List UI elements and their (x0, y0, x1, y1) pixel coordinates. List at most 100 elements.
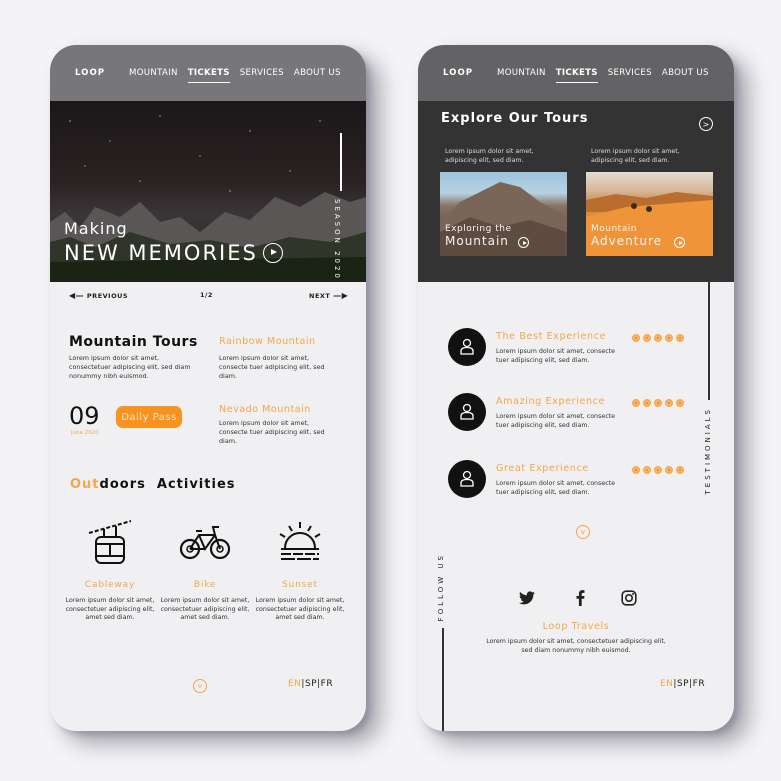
footer-desc: Lorem ipsum dolor sit amet, consectetuer… (418, 637, 734, 655)
nav-item-about-us[interactable]: ABOUT US (662, 68, 709, 78)
star-icon (643, 466, 651, 474)
lang-sp[interactable]: SP (305, 679, 317, 689)
hero-banner: Making NEW MEMORIES SEASON 2020 (50, 101, 366, 282)
nav-item-mountain[interactable]: MOUNTAIN (129, 68, 178, 78)
hero-subtitle: Making (64, 219, 128, 238)
section-title-mountain-tours: Mountain Tours (69, 334, 198, 350)
activity-desc: Lorem ipsum dolor sit amet, consectetuer… (65, 597, 155, 621)
nevado-mountain-title[interactable]: Nevado Mountain (219, 404, 311, 415)
play-circle-icon[interactable] (518, 237, 529, 248)
lang-fr[interactable]: FR (321, 679, 333, 689)
user-icon (460, 470, 474, 487)
arrow-left-icon: ◀— (69, 291, 85, 300)
chevron-down-icon[interactable]: v (576, 525, 590, 539)
daily-pass-button[interactable]: Daily Pass (116, 406, 182, 428)
avatar (448, 393, 486, 431)
star-icon (643, 334, 651, 342)
date-day: 09 (69, 402, 100, 430)
tour-card-subtitle: Exploring the (445, 224, 512, 234)
nav-item-services[interactable]: SERVICES (240, 68, 284, 78)
star-icon (654, 399, 662, 407)
review-desc-line: tuer adipiscing elit, sed diam. (496, 422, 590, 429)
review-desc: Lorem ipsum dolor sit amet, consecte tue… (496, 412, 615, 430)
user-icon (460, 338, 474, 355)
rainbow-mountain-title[interactable]: Rainbow Mountain (219, 336, 316, 347)
review-title: The Best Experience (496, 331, 607, 342)
activity-desc: Lorem ipsum dolor sit amet, consectetuer… (160, 597, 250, 621)
next-button[interactable]: NEXT —▶ (309, 291, 348, 300)
page-indicator: 1/2 (200, 291, 213, 299)
star-icon (676, 334, 684, 342)
logo[interactable]: LOOP (443, 68, 497, 78)
phone-screen-right: LOOP MOUNTAIN TICKETS SERVICES ABOUT US … (418, 45, 734, 731)
phone-screen-left: LOOP MOUNTAIN TICKETS SERVICES ABOUT US … (50, 45, 366, 731)
divider-line (708, 282, 710, 400)
rating-stars (632, 399, 684, 407)
avatar (448, 328, 486, 366)
review-desc: Lorem ipsum dolor sit amet, consecte tue… (496, 347, 615, 365)
star-icon (654, 334, 662, 342)
top-nav: LOOP MOUNTAIN TICKETS SERVICES ABOUT US (418, 45, 734, 101)
nav-item-mountain[interactable]: MOUNTAIN (497, 68, 546, 78)
star-icon (643, 399, 651, 407)
activity-label: Sunset (282, 580, 318, 590)
arrow-right-icon: —▶ (333, 291, 349, 300)
tour-card-title: Adventure (591, 234, 663, 248)
top-nav: LOOP MOUNTAIN TICKETS SERVICES ABOUT US (50, 45, 366, 101)
lang-en[interactable]: EN (660, 679, 673, 689)
nav-item-services[interactable]: SERVICES (608, 68, 652, 78)
next-label: NEXT (309, 292, 331, 300)
activity-desc: Lorem ipsum dolor sit amet, consectetuer… (255, 597, 345, 621)
nav-item-about-us[interactable]: ABOUT US (294, 68, 341, 78)
lang-fr[interactable]: FR (693, 679, 705, 689)
lang-sp[interactable]: SP (677, 679, 689, 689)
avatar (448, 460, 486, 498)
play-circle-icon[interactable] (263, 243, 283, 263)
review-title: Great Experience (496, 463, 589, 474)
activity-label: Bike (193, 580, 217, 590)
star-icon (676, 399, 684, 407)
hero-title: NEW MEMORIES (64, 241, 258, 265)
bicycle-icon (157, 520, 253, 564)
star-icon (665, 399, 673, 407)
season-label: SEASON 2020 (333, 199, 341, 281)
play-circle-icon[interactable] (674, 237, 685, 248)
nevado-mountain-desc: Lorem ipsum dolor sit amet, consecte tue… (219, 419, 325, 445)
chevron-right-icon[interactable]: > (699, 117, 713, 131)
review-desc-line: tuer adipiscing elit, sed diam. (496, 489, 590, 496)
explore-desc-right: Lorem ipsum dolor sit amet, adipiscing e… (591, 148, 680, 164)
follow-us-label: FOLLOW US (437, 553, 445, 622)
tour-card-adventure[interactable]: Mountain Adventure (586, 172, 713, 256)
footer-desc-line: Lorem ipsum dolor sit amet, consectetuer… (486, 638, 666, 645)
star-icon (632, 399, 640, 407)
activity-label: Cableway (84, 580, 136, 590)
explore-title: Explore Our Tours (441, 111, 589, 126)
review-desc-line: Lorem ipsum dolor sit amet, consecte (496, 348, 616, 355)
explore-tours-section: Explore Our Tours > Lorem ipsum dolor si… (418, 101, 734, 282)
logo[interactable]: LOOP (75, 68, 129, 78)
outdoors-accent: Out (70, 477, 100, 492)
review-desc-line: Lorem ipsum dolor sit amet, consecte (496, 413, 616, 420)
star-icon (665, 334, 673, 342)
review-item: Great Experience Lorem ipsum dolor sit a… (448, 460, 708, 500)
chevron-down-icon[interactable]: v (193, 679, 207, 693)
review-item: The Best Experience Lorem ipsum dolor si… (448, 328, 708, 368)
review-desc-line: tuer adipiscing elit, sed diam. (496, 357, 590, 364)
activity-bike[interactable]: Bike Lorem ipsum dolor sit amet, consect… (157, 520, 253, 623)
twitter-icon[interactable] (518, 589, 536, 607)
language-switcher: EN|SP|FR (288, 679, 333, 689)
divider-line (340, 133, 342, 191)
review-desc-line: Lorem ipsum dolor sit amet, consecte (496, 480, 616, 487)
rating-stars (632, 466, 684, 474)
rating-stars (632, 334, 684, 342)
lang-en[interactable]: EN (288, 679, 301, 689)
instagram-icon[interactable] (620, 589, 638, 607)
activity-cableway[interactable]: Cableway Lorem ipsum dolor sit amet, con… (62, 520, 158, 623)
sunset-icon (252, 520, 348, 564)
nav-item-tickets[interactable]: TICKETS (187, 68, 230, 83)
tour-card-mountain[interactable]: Exploring the Mountain (440, 172, 567, 256)
facebook-icon[interactable] (571, 589, 589, 607)
previous-button[interactable]: ◀— PREVIOUS (69, 291, 128, 300)
activity-sunset[interactable]: Sunset Lorem ipsum dolor sit amet, conse… (252, 520, 348, 623)
nav-item-tickets[interactable]: TICKETS (555, 68, 598, 83)
